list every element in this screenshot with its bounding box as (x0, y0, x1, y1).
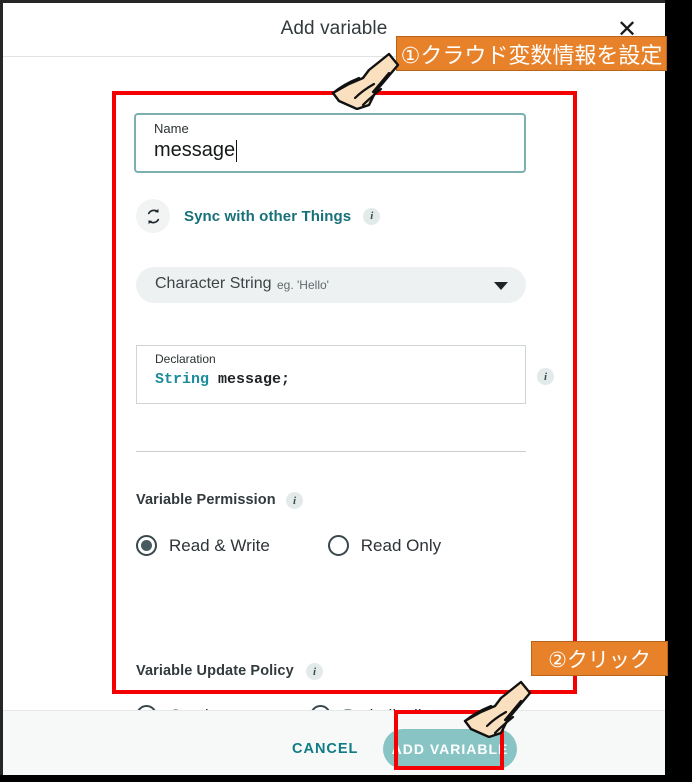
radio-label: Read & Write (169, 535, 270, 555)
declaration-label: Declaration (155, 352, 216, 366)
variable-update-policy-heading: Variable Update Policy (136, 663, 294, 679)
dialog-body: Name message Sync with other Things i Ch… (3, 57, 665, 726)
text-caret (236, 139, 238, 162)
annotation-step-2-label: ②クリック (531, 641, 668, 676)
annotation-step-1-label: ①クラウド変数情報を設定 (396, 36, 667, 71)
sync-with-other-things-row[interactable]: Sync with other Things i (136, 199, 381, 233)
name-field-label: Name (154, 121, 189, 136)
variable-type-select[interactable]: Character String eg. 'Hello' (136, 267, 526, 303)
dialog-footer: CANCEL ADD VARIABLE (3, 710, 665, 775)
info-icon[interactable]: i (363, 207, 381, 225)
variable-type-value: Character String (155, 275, 272, 292)
section-divider (136, 451, 526, 452)
info-icon[interactable]: i (537, 368, 554, 385)
name-input-wrapper[interactable]: message (154, 139, 238, 162)
radio-indicator[interactable] (327, 535, 349, 556)
variable-permission-radio-group: Read & Write Read Only (136, 535, 441, 556)
declaration-identifier: message; (209, 371, 291, 388)
name-input[interactable]: message (154, 139, 235, 162)
radio-read-only[interactable]: Read Only (327, 535, 442, 556)
cancel-button[interactable]: CANCEL (292, 741, 358, 757)
sync-label[interactable]: Sync with other Things (184, 208, 351, 225)
declaration-keyword: String (155, 371, 210, 388)
info-icon[interactable]: i (306, 663, 323, 680)
chevron-down-icon[interactable] (494, 282, 508, 290)
declaration-code: String message; (155, 371, 290, 388)
declaration-box: Declaration String message; (136, 345, 526, 404)
add-variable-button[interactable]: ADD VARIABLE (383, 729, 517, 769)
radio-indicator[interactable] (136, 535, 157, 556)
variable-type-hint: eg. 'Hello' (277, 278, 329, 292)
sync-icon[interactable] (136, 199, 170, 233)
variable-permission-heading: Variable Permission (136, 492, 276, 508)
radio-read-write[interactable]: Read & Write (136, 535, 270, 556)
name-field[interactable]: Name message (134, 113, 526, 173)
info-icon[interactable]: i (286, 492, 303, 509)
radio-label: Read Only (360, 535, 442, 555)
